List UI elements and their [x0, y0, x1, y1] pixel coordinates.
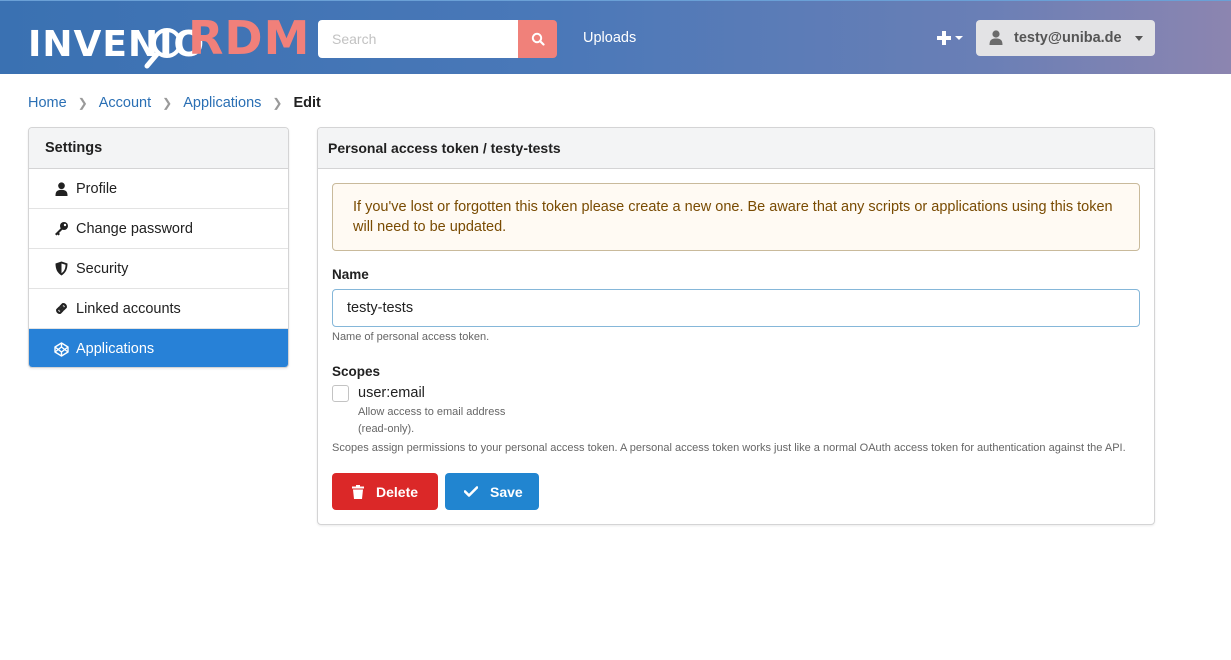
new-upload-dropdown[interactable]	[937, 28, 965, 48]
delete-button-label: Delete	[376, 483, 419, 500]
save-button-label: Save	[490, 483, 523, 500]
link-icon	[53, 301, 69, 317]
chevron-down-icon	[955, 36, 963, 40]
scopes-help-text: Scopes assign permissions to your person…	[332, 442, 1126, 454]
scope-user-email-checkbox[interactable]	[332, 385, 349, 402]
chevron-right-icon: ❯	[162, 96, 173, 110]
user-menu-dropdown[interactable]: testy@uniba.de	[976, 20, 1155, 56]
panel-title: Personal access token / testy-tests	[318, 128, 1154, 169]
breadcrumb: Home ❯ Account ❯ Applications ❯ Edit	[28, 95, 321, 111]
sidebar-item-change-password[interactable]: Change password	[29, 209, 288, 249]
sidebar-item-label: Change password	[76, 220, 193, 237]
scope-description: Allow access to email address (read-only…	[358, 406, 506, 435]
sidebar-item-label: Applications	[76, 341, 155, 357]
sidebar-item-linked-accounts[interactable]: Linked accounts	[29, 289, 288, 329]
token-edit-panel: Personal access token / testy-tests If y…	[317, 127, 1155, 525]
plus-icon	[937, 31, 951, 45]
user-icon	[53, 181, 69, 197]
breadcrumb-current: Edit	[293, 95, 321, 111]
magnifier-logo-icon	[144, 28, 182, 69]
save-button[interactable]: Save	[445, 473, 539, 510]
user-email: testy@uniba.de	[1014, 30, 1122, 46]
scope-name: user:email	[358, 385, 425, 401]
token-warning-message: If you've lost or forgotten this token p…	[332, 183, 1140, 251]
key-icon	[53, 221, 69, 237]
breadcrumb-account[interactable]: Account	[99, 95, 151, 111]
invenio-rdm-logo[interactable]: INVENIO RDM	[28, 13, 309, 69]
chevron-right-icon: ❯	[77, 96, 88, 110]
trash-icon	[352, 484, 364, 499]
codepen-icon	[53, 341, 69, 357]
shield-icon	[53, 261, 69, 277]
sidebar-item-label: Profile	[76, 180, 118, 197]
caret-down-icon	[1135, 36, 1143, 41]
scopes-label: Scopes	[332, 364, 381, 379]
name-label: Name	[332, 267, 369, 282]
settings-sidebar: Settings Profile Change password Securit…	[28, 127, 289, 368]
uploads-link[interactable]: Uploads	[583, 30, 636, 46]
search-input[interactable]	[318, 20, 518, 58]
logo-text-rdm: RDM	[188, 11, 311, 65]
search-bar	[318, 20, 557, 58]
sidebar-item-security[interactable]: Security	[29, 249, 288, 289]
chevron-right-icon: ❯	[272, 96, 283, 110]
name-help-text: Name of personal access token.	[332, 331, 490, 343]
user-icon	[989, 30, 1003, 45]
search-button[interactable]	[518, 20, 557, 58]
sidebar-item-label: Linked accounts	[76, 300, 181, 317]
breadcrumb-home[interactable]: Home	[28, 95, 67, 111]
sidebar-title: Settings	[29, 128, 288, 169]
token-name-input[interactable]	[332, 289, 1140, 327]
breadcrumb-applications[interactable]: Applications	[183, 95, 261, 111]
checkmark-icon	[464, 486, 478, 497]
sidebar-item-profile[interactable]: Profile	[29, 169, 288, 209]
top-navbar: INVENIO RDM Uploads testy@uniba.	[0, 0, 1231, 74]
sidebar-item-label: Security	[76, 260, 129, 277]
delete-button[interactable]: Delete	[332, 473, 438, 510]
search-icon	[531, 32, 545, 46]
sidebar-item-applications[interactable]: Applications	[29, 329, 288, 367]
